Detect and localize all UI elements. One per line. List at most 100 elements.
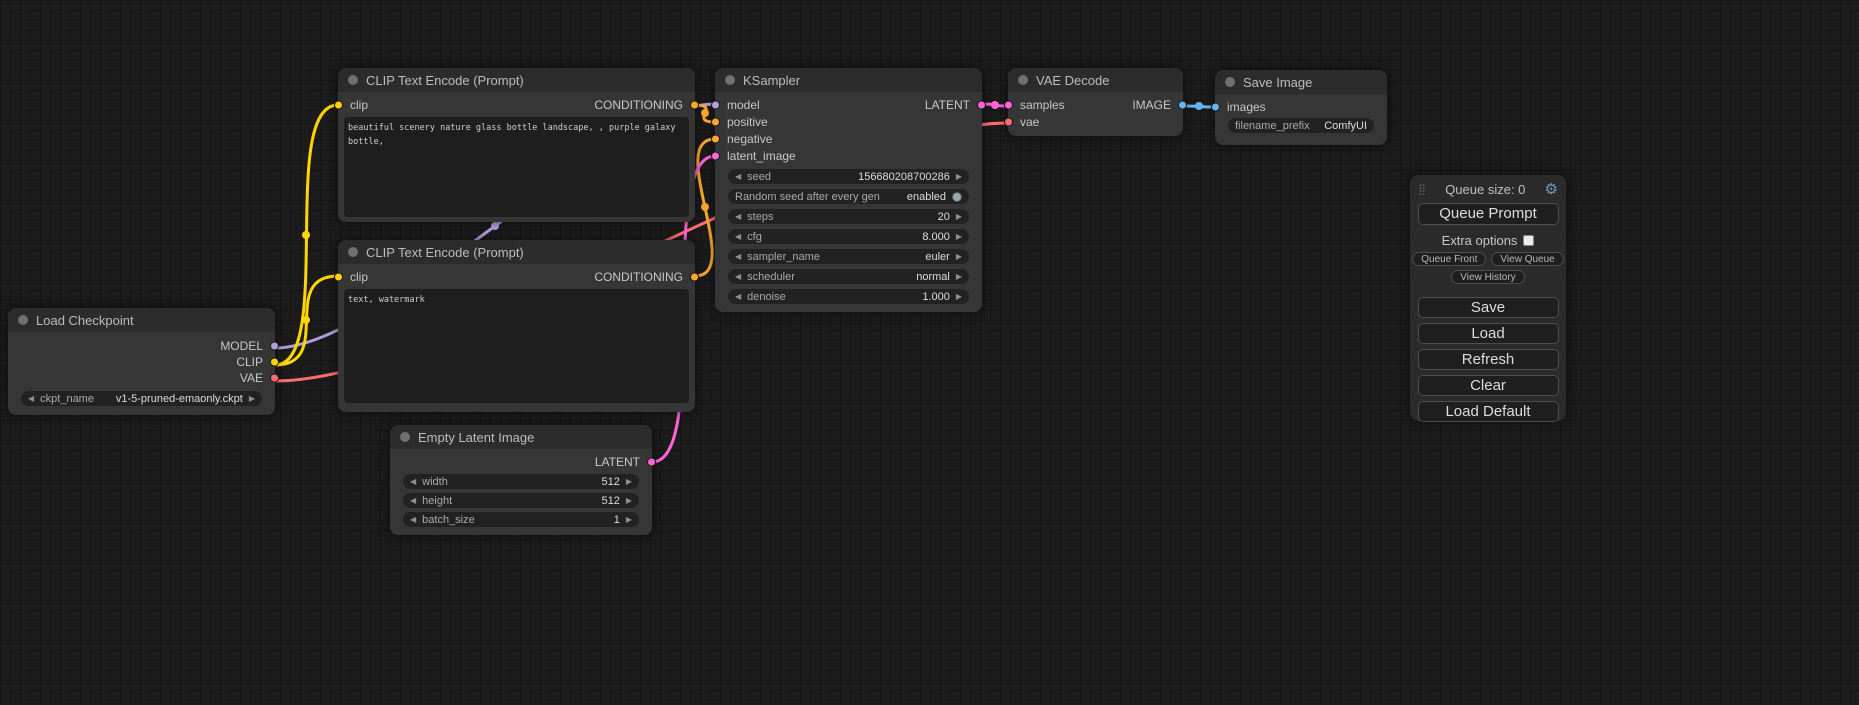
widget-cfg[interactable]: ◀ cfg 8.000 ▶	[728, 229, 969, 244]
increment-arrow-icon[interactable]: ▶	[956, 229, 962, 244]
clear-button[interactable]: Clear	[1418, 375, 1559, 396]
load-default-button[interactable]: Load Default	[1418, 401, 1559, 422]
decrement-arrow-icon[interactable]: ◀	[28, 391, 34, 406]
extra-options-checkbox[interactable]	[1523, 235, 1534, 246]
settings-gear-icon[interactable]: ⚙	[1545, 180, 1558, 198]
output-slot-model[interactable]	[270, 342, 279, 351]
widget-height[interactable]: ◀ height 512 ▶	[403, 493, 639, 508]
output-slot-latent[interactable]	[977, 100, 986, 109]
output-slot-clip[interactable]	[270, 358, 279, 367]
node-ksampler[interactable]: KSampler model LATENT positive negative …	[715, 68, 982, 312]
collapse-dot-icon[interactable]	[348, 247, 358, 257]
queue-front-button[interactable]: Queue Front	[1412, 252, 1486, 266]
widget-steps[interactable]: ◀ steps 20 ▶	[728, 209, 969, 224]
input-label: vae	[1020, 115, 1039, 129]
collapse-dot-icon[interactable]	[1018, 75, 1028, 85]
output-slot-image[interactable]	[1178, 100, 1187, 109]
collapse-dot-icon[interactable]	[725, 75, 735, 85]
collapse-dot-icon[interactable]	[400, 432, 410, 442]
prompt-textarea[interactable]: text, watermark	[344, 289, 689, 403]
drag-handle-icon[interactable]: ⣿	[1418, 183, 1426, 196]
input-slot-clip[interactable]	[334, 272, 343, 281]
input-slot-images[interactable]	[1211, 102, 1220, 111]
refresh-button[interactable]: Refresh	[1418, 349, 1559, 370]
input-label: negative	[727, 132, 772, 146]
prompt-textarea[interactable]: beautiful scenery nature glass bottle la…	[344, 117, 689, 217]
input-slot-latent-image[interactable]	[711, 151, 720, 160]
decrement-arrow-icon[interactable]: ◀	[735, 249, 741, 264]
output-slot-vae[interactable]	[270, 374, 279, 383]
node-vae-decode[interactable]: VAE Decode samples IMAGE vae	[1008, 68, 1183, 136]
view-history-button[interactable]: View History	[1451, 270, 1524, 284]
input-label: latent_image	[727, 149, 796, 163]
node-canvas[interactable]: Load Checkpoint MODEL CLIP VAE ◀ ckpt_na…	[0, 0, 1859, 705]
input-slot-clip[interactable]	[334, 100, 343, 109]
save-button[interactable]: Save	[1418, 297, 1559, 318]
widget-batch-size[interactable]: ◀ batch_size 1 ▶	[403, 512, 639, 527]
increment-arrow-icon[interactable]: ▶	[956, 169, 962, 184]
widget-label: seed	[747, 171, 771, 183]
node-title-bar[interactable]: VAE Decode	[1008, 68, 1183, 92]
node-title-bar[interactable]: CLIP Text Encode (Prompt)	[338, 240, 695, 264]
increment-arrow-icon[interactable]: ▶	[249, 391, 255, 406]
increment-arrow-icon[interactable]: ▶	[626, 512, 632, 527]
collapse-dot-icon[interactable]	[1225, 77, 1235, 87]
output-slot-conditioning[interactable]	[690, 100, 699, 109]
slot-row: positive	[715, 113, 982, 130]
widget-ckpt-name[interactable]: ◀ ckpt_name v1-5-pruned-emaonly.ckpt ▶	[21, 391, 262, 406]
increment-arrow-icon[interactable]: ▶	[956, 209, 962, 224]
node-clip-text-encode-negative[interactable]: CLIP Text Encode (Prompt) clip CONDITION…	[338, 240, 695, 412]
node-save-image[interactable]: Save Image images filename_prefix ComfyU…	[1215, 70, 1387, 145]
decrement-arrow-icon[interactable]: ◀	[735, 229, 741, 244]
input-slot-model[interactable]	[711, 100, 720, 109]
node-clip-text-encode-positive[interactable]: CLIP Text Encode (Prompt) clip CONDITION…	[338, 68, 695, 222]
increment-arrow-icon[interactable]: ▶	[956, 289, 962, 304]
input-slot-negative[interactable]	[711, 134, 720, 143]
widget-scheduler[interactable]: ◀ scheduler normal ▶	[728, 269, 969, 284]
widget-random-seed-toggle[interactable]: Random seed after every gen enabled	[728, 189, 969, 204]
queue-prompt-button[interactable]: Queue Prompt	[1418, 203, 1559, 225]
increment-arrow-icon[interactable]: ▶	[956, 249, 962, 264]
link-dot	[491, 222, 499, 230]
input-slot-vae[interactable]	[1004, 117, 1013, 126]
load-button[interactable]: Load	[1418, 323, 1559, 344]
node-title-bar[interactable]: KSampler	[715, 68, 982, 92]
increment-arrow-icon[interactable]: ▶	[626, 474, 632, 489]
collapse-dot-icon[interactable]	[18, 315, 28, 325]
view-queue-button[interactable]: View Queue	[1491, 252, 1563, 266]
increment-arrow-icon[interactable]: ▶	[956, 269, 962, 284]
toggle-knob-icon[interactable]	[952, 192, 962, 202]
widget-label: denoise	[747, 291, 786, 303]
widget-sampler-name[interactable]: ◀ sampler_name euler ▶	[728, 249, 969, 264]
widget-width[interactable]: ◀ width 512 ▶	[403, 474, 639, 489]
increment-arrow-icon[interactable]: ▶	[626, 493, 632, 508]
decrement-arrow-icon[interactable]: ◀	[735, 269, 741, 284]
widget-seed[interactable]: ◀ seed 156680208700286 ▶	[728, 169, 969, 184]
widget-denoise[interactable]: ◀ denoise 1.000 ▶	[728, 289, 969, 304]
output-label: CLIP	[236, 355, 263, 369]
decrement-arrow-icon[interactable]: ◀	[735, 209, 741, 224]
node-title: Load Checkpoint	[36, 313, 134, 328]
node-load-checkpoint[interactable]: Load Checkpoint MODEL CLIP VAE ◀ ckpt_na…	[8, 308, 275, 415]
decrement-arrow-icon[interactable]: ◀	[735, 289, 741, 304]
node-empty-latent-image[interactable]: Empty Latent Image LATENT ◀ width 512 ▶ …	[390, 425, 652, 535]
widget-value: ComfyUI	[1324, 120, 1367, 132]
output-label: CONDITIONING	[594, 98, 683, 112]
node-title-bar[interactable]: CLIP Text Encode (Prompt)	[338, 68, 695, 92]
decrement-arrow-icon[interactable]: ◀	[735, 169, 741, 184]
slot-row: LATENT	[390, 453, 652, 470]
input-slot-samples[interactable]	[1004, 100, 1013, 109]
input-slot-positive[interactable]	[711, 117, 720, 126]
node-title-bar[interactable]: Load Checkpoint	[8, 308, 275, 332]
extra-options-row: Extra options	[1410, 233, 1566, 248]
widget-filename-prefix[interactable]: filename_prefix ComfyUI	[1228, 118, 1374, 133]
widget-value: enabled	[907, 191, 946, 203]
decrement-arrow-icon[interactable]: ◀	[410, 493, 416, 508]
output-slot-latent[interactable]	[647, 457, 656, 466]
node-title-bar[interactable]: Save Image	[1215, 70, 1387, 94]
output-slot-conditioning[interactable]	[690, 272, 699, 281]
decrement-arrow-icon[interactable]: ◀	[410, 474, 416, 489]
decrement-arrow-icon[interactable]: ◀	[410, 512, 416, 527]
collapse-dot-icon[interactable]	[348, 75, 358, 85]
node-title-bar[interactable]: Empty Latent Image	[390, 425, 652, 449]
